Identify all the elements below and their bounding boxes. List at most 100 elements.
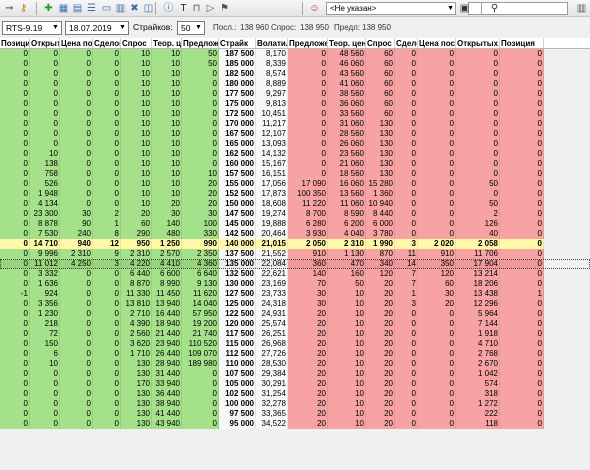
call-position-cell[interactable]: 0	[0, 369, 30, 379]
put-theor-price-cell[interactable]: 48 560	[328, 49, 366, 59]
put-bid-cell[interactable]: 20	[366, 319, 395, 329]
put-open-interest-cell[interactable]: 318	[456, 389, 500, 399]
put-open-interest-cell[interactable]: 118	[456, 419, 500, 429]
put-position-cell[interactable]: 0	[500, 269, 544, 279]
put-open-interest-cell[interactable]: 1 272	[456, 399, 500, 409]
call-trades-cell[interactable]: 0	[93, 129, 121, 139]
put-trades-cell[interactable]: 3	[395, 299, 418, 309]
put-open-interest-cell[interactable]: 7 144	[456, 319, 500, 329]
put-theor-price-cell[interactable]: 6 200	[328, 219, 366, 229]
call-ask-cell[interactable]: 0	[182, 379, 219, 389]
put-open-interest-cell[interactable]: 5 964	[456, 309, 500, 319]
strike-cell[interactable]: 95 000	[219, 419, 256, 429]
call-bid-cell[interactable]: 10	[121, 179, 152, 189]
strike-cell[interactable]: 150 000	[219, 199, 256, 209]
put-open-interest-cell[interactable]: 0	[456, 69, 500, 79]
call-theor-price-cell[interactable]: 10	[152, 59, 182, 69]
volatility-cell[interactable]: 33,365	[256, 409, 288, 419]
call-open-interest-cell[interactable]: 758	[30, 169, 60, 179]
put-bid-cell[interactable]: 60	[366, 49, 395, 59]
put-trades-cell[interactable]: 0	[395, 349, 418, 359]
call-open-interest-cell[interactable]: 0	[30, 79, 60, 89]
put-position-cell[interactable]: 0	[500, 349, 544, 359]
put-last-price-cell[interactable]: 0	[418, 139, 456, 149]
table-row[interactable]: 08 878 90 1 60 140 100 145 000 19,888 6 280 6 200…	[0, 219, 590, 229]
put-ask-cell[interactable]: 17 090	[288, 179, 328, 189]
strike-cell[interactable]: 142 500	[219, 229, 256, 239]
call-trades-cell[interactable]: 0	[93, 339, 121, 349]
strike-cell[interactable]: 157 500	[219, 169, 256, 179]
call-open-interest-cell[interactable]: 6	[30, 349, 60, 359]
put-position-cell[interactable]: 0	[500, 359, 544, 369]
put-theor-price-cell[interactable]: 10	[328, 339, 366, 349]
put-last-price-cell[interactable]: 0	[418, 59, 456, 69]
arrow-icon[interactable]: ➙	[3, 2, 16, 15]
call-open-interest-cell[interactable]: 3 332	[30, 269, 60, 279]
put-position-cell[interactable]: 0	[500, 229, 544, 239]
call-position-cell[interactable]: 0	[0, 249, 30, 259]
search-icon[interactable]: ⚲	[488, 2, 501, 15]
call-last-price-cell[interactable]: 0	[60, 419, 93, 429]
put-theor-price-cell[interactable]: 10	[328, 419, 366, 429]
put-ask-cell[interactable]: 20	[288, 419, 328, 429]
call-bid-cell[interactable]: 4 390	[121, 319, 152, 329]
column-header-put-bid[interactable]: Спрос	[366, 38, 395, 48]
call-open-interest-cell[interactable]: 0	[30, 49, 60, 59]
table-row[interactable]: 0 138 0 0 10 10 0 160 000 15,167 0 21 060 130 0 0 0 0	[0, 159, 590, 169]
put-ask-cell[interactable]: 11 220	[288, 199, 328, 209]
put-last-price-cell[interactable]: 20	[418, 299, 456, 309]
put-ask-cell[interactable]: 0	[288, 99, 328, 109]
call-ask-cell[interactable]: 0	[182, 79, 219, 89]
add-icon[interactable]: ✚	[42, 2, 55, 15]
call-open-interest-cell[interactable]: 0	[30, 109, 60, 119]
call-position-cell[interactable]: 0	[0, 129, 30, 139]
put-bid-cell[interactable]: 1 990	[366, 239, 395, 249]
put-ask-cell[interactable]: 3 930	[288, 229, 328, 239]
user-icon[interactable]: ☺	[308, 2, 321, 15]
put-open-interest-cell[interactable]: 222	[456, 409, 500, 419]
put-last-price-cell[interactable]: 30	[418, 289, 456, 299]
strike-cell[interactable]: 105 000	[219, 379, 256, 389]
call-position-cell[interactable]: 0	[0, 239, 30, 249]
put-last-price-cell[interactable]: 0	[418, 399, 456, 409]
strike-cell[interactable]: 112 500	[219, 349, 256, 359]
call-trades-cell[interactable]: 1	[93, 219, 121, 229]
strike-cell[interactable]: 187 500	[219, 49, 256, 59]
put-trades-cell[interactable]: 0	[395, 149, 418, 159]
put-theor-price-cell[interactable]: 10	[328, 289, 366, 299]
call-last-price-cell[interactable]: 0	[60, 169, 93, 179]
put-ask-cell[interactable]: 20	[288, 319, 328, 329]
call-last-price-cell[interactable]: 90	[60, 219, 93, 229]
table-row[interactable]: 0 72 0 0 2 560 21 440 21 740 117 500 26,251 20 10 2…	[0, 329, 590, 339]
call-bid-cell[interactable]: 130	[121, 409, 152, 419]
call-open-interest-cell[interactable]: 9 996	[30, 249, 60, 259]
put-last-price-cell[interactable]: 0	[418, 229, 456, 239]
put-bid-cell[interactable]: 20	[366, 329, 395, 339]
put-bid-cell[interactable]: 60	[366, 99, 395, 109]
put-trades-cell[interactable]: 14	[395, 259, 418, 269]
table-row[interactable]: 0 0 0 0 10 10 0 177 500 9,297 0 38 560 60 0 0 0 0	[0, 89, 590, 99]
put-last-price-cell[interactable]: 0	[418, 169, 456, 179]
put-bid-cell[interactable]: 340	[366, 259, 395, 269]
put-last-price-cell[interactable]: 0	[418, 419, 456, 429]
put-theor-price-cell[interactable]: 33 560	[328, 109, 366, 119]
put-bid-cell[interactable]: 8 440	[366, 209, 395, 219]
volatility-cell[interactable]: 24,931	[256, 309, 288, 319]
call-open-interest-cell[interactable]: 0	[30, 69, 60, 79]
table-row[interactable]: 0 11 012 4 250 3 4 220 4 410 4 360 135 000 22,08…	[0, 259, 590, 269]
call-last-price-cell[interactable]: 240	[60, 229, 93, 239]
call-open-interest-cell[interactable]: 0	[30, 89, 60, 99]
put-ask-cell[interactable]: 140	[288, 269, 328, 279]
call-bid-cell[interactable]: 10	[121, 169, 152, 179]
put-position-cell[interactable]: 0	[500, 259, 544, 269]
volatility-cell[interactable]: 19,888	[256, 219, 288, 229]
call-trades-cell[interactable]: 0	[93, 59, 121, 69]
call-last-price-cell[interactable]: 0	[60, 109, 93, 119]
put-position-cell[interactable]: 0	[500, 179, 544, 189]
call-bid-cell[interactable]: 10	[121, 139, 152, 149]
put-open-interest-cell[interactable]: 50	[456, 199, 500, 209]
call-bid-cell[interactable]: 2 710	[121, 309, 152, 319]
table-icon[interactable]: ▦	[57, 2, 70, 15]
put-last-price-cell[interactable]: 0	[418, 69, 456, 79]
call-trades-cell[interactable]: 0	[93, 319, 121, 329]
